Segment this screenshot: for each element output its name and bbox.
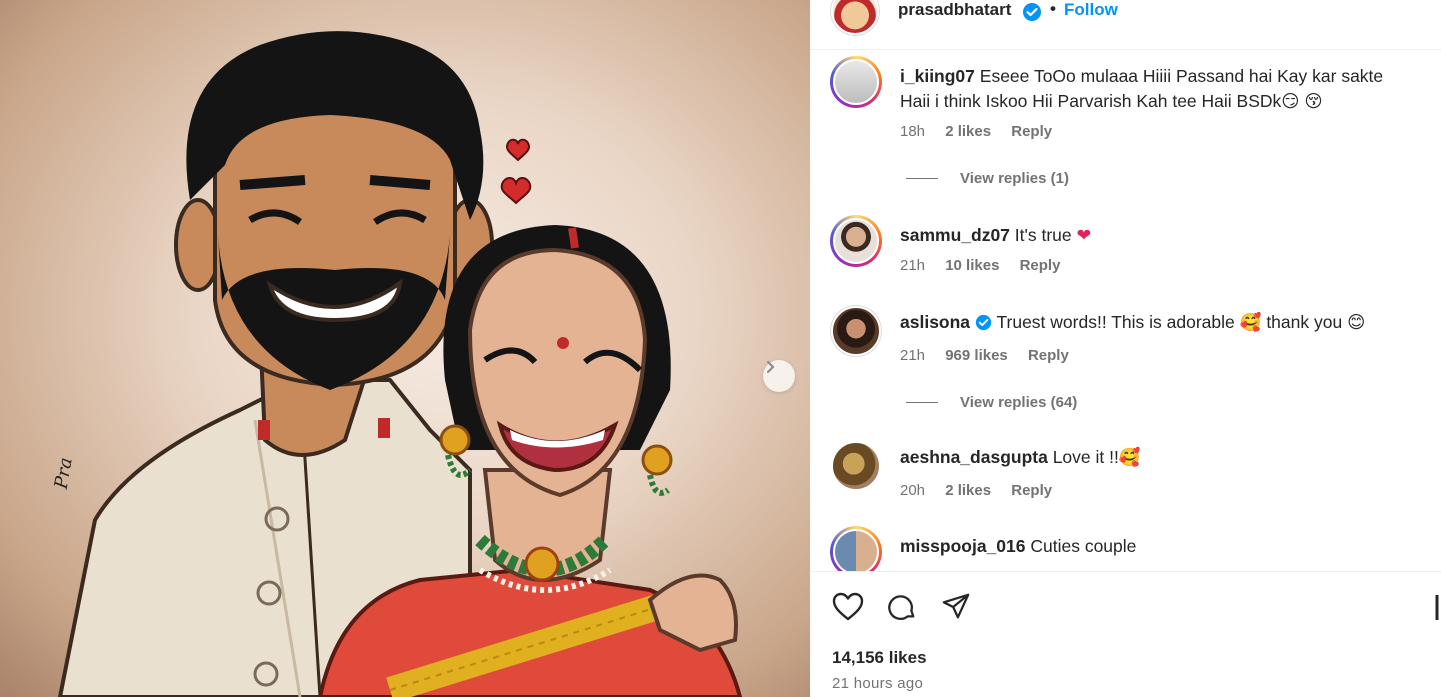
separator-dot: • — [1050, 0, 1056, 18]
comment-emoji: 🥰 — [1239, 312, 1262, 332]
share-icon — [942, 593, 970, 619]
comment-body: aeshna_dasgupta Love it !!🥰 — [900, 445, 1410, 470]
post-image[interactable]: Pra — [0, 0, 810, 697]
comment-time: 20h — [900, 482, 926, 499]
save-button[interactable] — [1435, 592, 1441, 627]
comment-text-2: thank you — [1266, 312, 1343, 332]
commenter-avatar[interactable] — [830, 526, 882, 571]
post-actions-section: 14,156 likes 21 hours ago — [810, 571, 1441, 697]
reply-button[interactable]: Reply — [1028, 347, 1069, 364]
commenter-avatar[interactable] — [830, 440, 882, 492]
like-button[interactable] — [832, 592, 864, 627]
view-replies-label: View replies (64) — [960, 394, 1078, 411]
comment-time: 21h — [900, 347, 926, 364]
likes-count[interactable]: 14,156 likes — [832, 648, 927, 668]
reply-button[interactable]: Reply — [1011, 123, 1052, 140]
comment-body: aslisona Truest words!! This is adorable… — [900, 310, 1410, 335]
red-heart-emoji: ❤ — [1076, 225, 1092, 245]
divider-line — [906, 178, 938, 179]
verified-badge-icon — [1023, 3, 1041, 21]
comment-text: Cuties couple — [1030, 536, 1137, 556]
comment-text: Love it !! — [1052, 447, 1119, 467]
couple-illustration: Pra — [51, 31, 743, 697]
comment-likes[interactable]: 969 likes — [945, 347, 1008, 364]
comment-text: It's true — [1014, 225, 1072, 245]
post-timestamp[interactable]: 21 hours ago — [832, 675, 923, 692]
comment-button[interactable] — [886, 592, 918, 627]
reply-button[interactable]: Reply — [1020, 257, 1061, 274]
post-header: prasadbhatart • Follow — [810, 0, 1441, 50]
comment-meta: 18h 2 likes Reply — [900, 123, 1068, 140]
commenter-avatar[interactable] — [830, 56, 882, 108]
comment-emoji-2: 😊 — [1347, 312, 1366, 332]
view-replies-button[interactable]: View replies (64) — [906, 394, 1077, 411]
comment-username[interactable]: aslisona — [900, 312, 970, 332]
comment-username[interactable]: aeshna_dasgupta — [900, 447, 1048, 467]
comment-body: sammu_dz07 It's true ❤ — [900, 223, 1410, 248]
comment-emoji: 😏 😚 — [1281, 91, 1323, 111]
comment-likes[interactable]: 2 likes — [945, 123, 991, 140]
reply-button[interactable]: Reply — [1011, 482, 1052, 499]
comment-likes[interactable]: 10 likes — [945, 257, 999, 274]
comment-emoji: 🥰 — [1118, 447, 1141, 467]
comment-meta: 21h 969 likes Reply — [900, 347, 1085, 364]
comments-list[interactable]: i_kiing07 Eseee ToOo mulaaa Hiiii Passan… — [810, 51, 1441, 571]
comment-username[interactable]: misspooja_016 — [900, 536, 1025, 556]
action-icons — [832, 592, 972, 627]
comment-text: Truest words!! This is adorable — [996, 312, 1235, 332]
bookmark-icon — [1435, 595, 1439, 620]
comment-body: i_kiing07 Eseee ToOo mulaaa Hiiii Passan… — [900, 64, 1410, 114]
comment-username[interactable]: sammu_dz07 — [900, 225, 1010, 245]
comment-icon — [888, 595, 915, 620]
heart-large-decoration — [500, 177, 532, 205]
comment-username[interactable]: i_kiing07 — [900, 66, 975, 86]
author-avatar[interactable] — [830, 0, 880, 36]
comment-meta: 21h 10 likes Reply — [900, 257, 1076, 274]
commenter-avatar[interactable] — [830, 215, 882, 267]
chevron-right-icon — [766, 360, 775, 374]
author-username[interactable]: prasadbhatart — [898, 0, 1011, 20]
commenter-avatar[interactable] — [830, 305, 882, 357]
next-image-button[interactable] — [763, 360, 795, 392]
comment-time: 21h — [900, 257, 926, 274]
view-replies-label: View replies (1) — [960, 170, 1069, 187]
comment-likes[interactable]: 2 likes — [945, 482, 991, 499]
view-replies-button[interactable]: View replies (1) — [906, 170, 1069, 187]
verified-badge-icon — [975, 314, 992, 331]
artist-signature: Pra — [51, 456, 77, 492]
follow-button[interactable]: Follow — [1064, 0, 1118, 20]
comment-time: 18h — [900, 123, 926, 140]
heart-small-decoration — [506, 138, 530, 162]
comment-body: misspooja_016 Cuties couple — [900, 534, 1410, 559]
comment-meta: 20h 2 likes Reply — [900, 482, 1068, 499]
divider-line — [906, 402, 938, 403]
share-button[interactable] — [940, 592, 972, 627]
heart-icon — [832, 592, 864, 621]
post-details-panel: prasadbhatart • Follow i_kiing07 Eseee T… — [810, 0, 1441, 697]
